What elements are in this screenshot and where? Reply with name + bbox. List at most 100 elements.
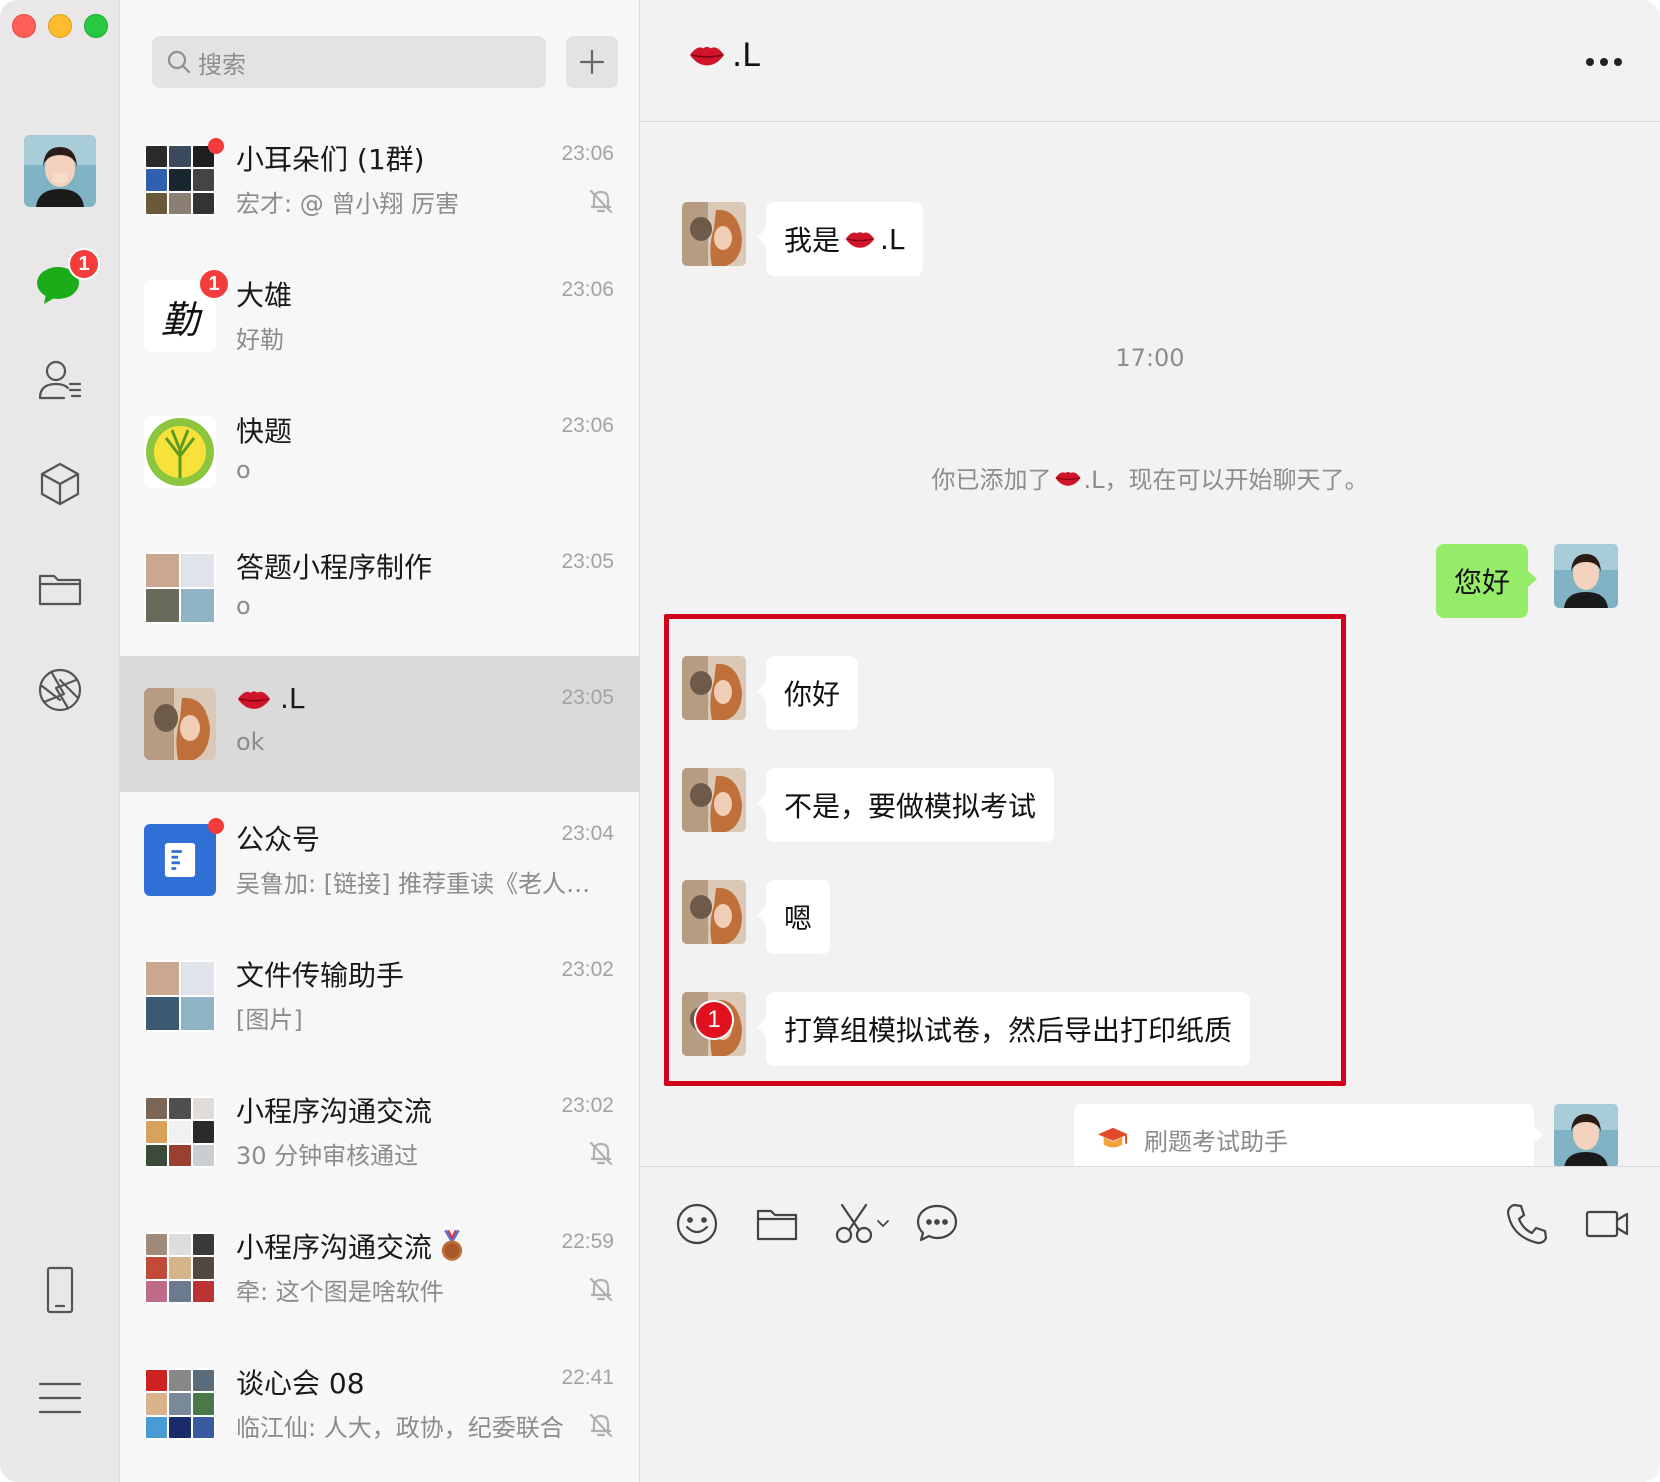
cube-icon <box>40 462 80 506</box>
close-window-button[interactable] <box>12 14 36 38</box>
zoom-window-button[interactable] <box>84 14 108 38</box>
emoji-button[interactable] <box>674 1201 720 1247</box>
chat-preview: 30 分钟审核通过 <box>236 1142 419 1170</box>
voice-call-button[interactable] <box>1504 1201 1550 1247</box>
my-avatar[interactable] <box>1554 1104 1618 1166</box>
chat-name: 谈心会 08 <box>236 1367 365 1400</box>
contact-avatar[interactable] <box>682 880 746 944</box>
mini-program-card[interactable]: 刷题考试助手 <box>1074 1104 1543 1166</box>
chat-item[interactable]: 小耳朵们 (1群) 宏才: @ 曾小翔 厉害 23:06 <box>120 112 639 248</box>
message-bubble[interactable]: 我是 .L <box>757 202 923 276</box>
official-accounts-avatar <box>144 824 216 896</box>
chat-item[interactable]: 小程序沟通交流 牵: 这个图是啥软件 22:59 <box>120 1200 639 1336</box>
screenshot-button[interactable] <box>834 1201 894 1247</box>
scissors-icon <box>835 1203 889 1244</box>
chat-name: 快题 <box>236 415 293 448</box>
chat-time: 23:06 <box>561 414 614 437</box>
chat-item[interactable]: 答题小程序制作 o 23:05 <box>120 520 639 656</box>
my-avatar[interactable] <box>24 135 96 207</box>
contacts-nav[interactable] <box>32 352 88 408</box>
phone-icon <box>1506 1203 1548 1245</box>
speech-bubble-icon <box>916 1204 958 1242</box>
chat-item[interactable]: 快题 o 23:06 <box>120 384 639 520</box>
chat-item[interactable]: 文件传输助手 [图片] 23:02 <box>120 928 639 1064</box>
chat-preview: 宏才: @ 曾小翔 厉害 <box>236 190 459 218</box>
chat-item[interactable]: 勤 1 大雄 好勒 23:06 <box>120 248 639 384</box>
chat-time: 23:02 <box>561 1094 614 1117</box>
graduation-cap-icon <box>1098 1127 1128 1148</box>
bronze-medal-icon <box>441 1229 463 1261</box>
message-bubble[interactable]: 嗯 <box>756 880 831 954</box>
files-nav[interactable] <box>32 560 88 616</box>
group-avatar <box>144 144 216 216</box>
group-avatar <box>144 1232 216 1304</box>
contact-avatar[interactable] <box>682 656 746 720</box>
contact-avatar[interactable] <box>682 202 746 266</box>
chat-time: 23:02 <box>561 958 614 981</box>
my-avatar[interactable] <box>1554 544 1618 608</box>
chat-item[interactable]: 公众号 吴鲁加: [链接] 推荐重读《老人… 23:04 <box>120 792 639 928</box>
message-area[interactable]: 我是 .L 17:00 你已添加了 .L，现在可以开始聊天了。 您好 你好 不是… <box>640 122 1660 1166</box>
nav-rail: 1 <box>0 0 120 1482</box>
emoji-icon <box>676 1203 718 1245</box>
search-input[interactable]: 搜索 <box>152 36 546 88</box>
chat-time: 23:06 <box>561 142 614 165</box>
my-message-bubble[interactable]: 您好 <box>1436 544 1538 618</box>
lips-emoji-icon <box>1054 471 1081 486</box>
chat-time: 23:05 <box>561 686 614 709</box>
message-bubble[interactable]: 你好 <box>756 656 859 730</box>
chats-nav[interactable]: 1 <box>32 248 100 312</box>
conversation-header: .L <box>640 0 1660 122</box>
menu-icon <box>38 1382 82 1414</box>
chat-preview: 临江仙: 人大，政协，纪委联合 <box>236 1414 564 1442</box>
avatar-calligraphy: 勤 <box>160 297 199 342</box>
mute-bell-icon <box>589 1141 613 1166</box>
unread-badge: 1 <box>198 268 230 300</box>
new-chat-button[interactable] <box>566 36 618 88</box>
search-icon <box>167 50 191 74</box>
lips-emoji-icon <box>237 690 271 709</box>
chats-unread-badge: 1 <box>68 248 100 280</box>
document-icon <box>164 843 196 877</box>
mobile-phone-icon <box>46 1266 74 1314</box>
send-file-button[interactable] <box>754 1201 800 1247</box>
menu-nav[interactable] <box>32 1370 88 1426</box>
collections-nav[interactable] <box>32 456 88 512</box>
chat-preview: 吴鲁加: [链接] 推荐重读《老人… <box>236 870 591 898</box>
folder-icon <box>38 574 82 606</box>
phone-device-nav[interactable] <box>32 1262 88 1318</box>
message-composer[interactable] <box>640 1166 1660 1482</box>
group-avatar <box>144 1368 216 1440</box>
message-bubble[interactable]: 打算组模拟试卷，然后导出打印纸质 <box>756 992 1251 1066</box>
video-call-button[interactable] <box>1584 1201 1630 1247</box>
chat-name: 小耳朵们 (1群) <box>236 143 425 176</box>
contact-avatar <box>144 416 216 488</box>
chat-item[interactable]: 谈心会 08 临江仙: 人大，政协，纪委联合 22:41 <box>120 1336 639 1472</box>
chat-time: 22:59 <box>561 1230 614 1253</box>
unread-dot <box>208 138 224 154</box>
group-avatar <box>144 960 216 1032</box>
aperture-icon <box>38 668 82 712</box>
chat-time: 23:06 <box>561 278 614 301</box>
chat-name: 公众号 <box>236 823 321 856</box>
contact-avatar <box>144 688 216 760</box>
message-bubble[interactable]: 不是，要做模拟考试 <box>756 768 1055 842</box>
mute-bell-icon <box>589 1413 613 1438</box>
moments-nav[interactable] <box>32 662 88 718</box>
plus-icon <box>579 49 605 75</box>
chat-name: 小程序沟通交流 <box>236 1095 433 1128</box>
chat-history-button[interactable] <box>914 1201 960 1247</box>
more-options-icon[interactable] <box>1582 44 1626 80</box>
chat-item-active[interactable]: .L ok 23:05 <box>120 656 639 792</box>
lips-emoji-icon <box>845 232 875 248</box>
contact-avatar[interactable] <box>682 768 746 832</box>
contacts-icon <box>38 360 82 400</box>
chat-name: 大雄 <box>236 279 293 312</box>
minimize-window-button[interactable] <box>48 14 72 38</box>
conversation-title: .L <box>688 36 760 74</box>
lips-emoji-icon <box>689 46 725 66</box>
chat-item[interactable]: 小程序沟通交流 30 分钟审核通过 23:02 <box>120 1064 639 1200</box>
chat-time: 23:04 <box>561 822 614 845</box>
mute-bell-icon <box>589 189 613 214</box>
chat-preview: [图片] <box>236 1006 303 1034</box>
